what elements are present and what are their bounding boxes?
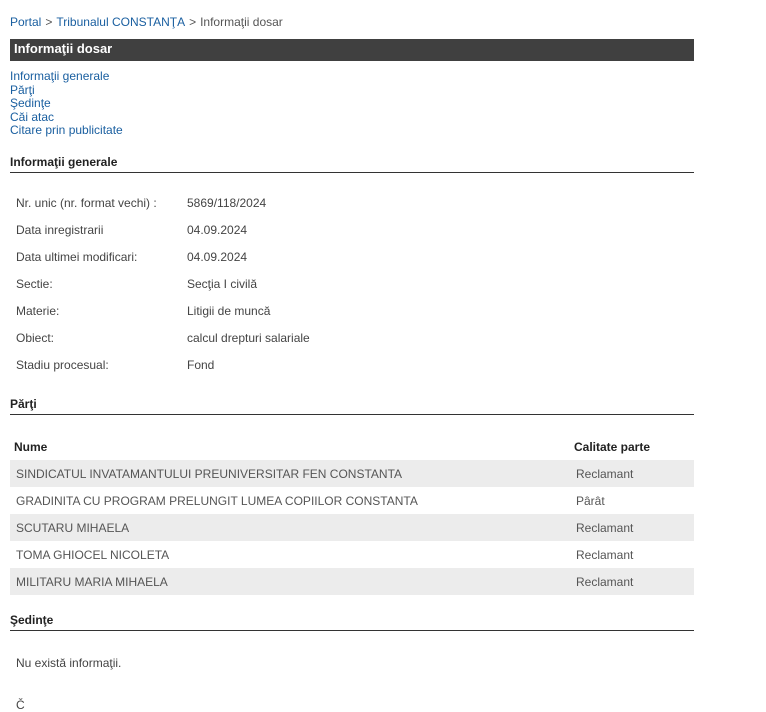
info-label: Materie: xyxy=(16,304,60,318)
cell-calitate: Reclamant xyxy=(576,547,634,562)
link-citare-publicitate[interactable]: Citare prin publicitate xyxy=(10,123,123,138)
page-title-banner: Informaţii dosar xyxy=(10,39,694,61)
cell-calitate: Pârât xyxy=(576,493,605,508)
info-label: Data inregistrarii xyxy=(16,223,104,237)
breadcrumb-portal-link[interactable]: Portal xyxy=(10,15,41,29)
info-value: Secţia I civilă xyxy=(187,277,258,291)
link-cai-atac[interactable]: Căi atac xyxy=(10,110,123,125)
column-header-nume: Nume xyxy=(14,439,48,454)
cell-nume: SCUTARU MIHAELA xyxy=(10,514,568,541)
breadcrumb-separator: > xyxy=(45,15,53,29)
cell-calitate: Reclamant xyxy=(568,514,694,541)
table-row: SCUTARU MIHAELA Reclamant xyxy=(10,514,694,541)
parti-table: Nume Calitate parte SINDICATUL INVATAMAN… xyxy=(10,433,694,595)
table-row: MILITARU MARIA MIHAELA Reclamant xyxy=(10,568,694,595)
breadcrumb-current: Informaţii dosar xyxy=(200,15,283,29)
section-heading-sedinte: Şedinţe xyxy=(10,613,694,631)
info-label: Nr. unic (nr. format vechi) : xyxy=(16,196,157,210)
link-informatii-generale[interactable]: Informaţii generale xyxy=(10,69,123,84)
table-header-row: Nume Calitate parte xyxy=(10,433,694,460)
info-value: 04.09.2024 xyxy=(187,250,248,264)
info-value: 04.09.2024 xyxy=(187,223,248,237)
breadcrumb-separator: > xyxy=(189,15,197,29)
info-label: Obiect: xyxy=(16,331,55,345)
info-value: 5869/118/2024 xyxy=(187,196,267,210)
table-row: GRADINITA CU PROGRAM PRELUNGIT LUMEA COP… xyxy=(10,487,694,514)
cell-nume: SINDICATUL INVATAMANTULUI PREUNIVERSITAR… xyxy=(10,460,568,487)
info-label: Stadiu procesual: xyxy=(16,358,109,372)
cell-calitate: Reclamant xyxy=(568,460,694,487)
cell-calitate: Reclamant xyxy=(568,568,694,595)
next-section-heading-partial: Č xyxy=(16,698,25,712)
sedinte-empty-message: Nu există informaţii. xyxy=(16,656,122,670)
link-sedinte[interactable]: Şedinţe xyxy=(10,96,123,111)
link-parti[interactable]: Părţi xyxy=(10,83,123,98)
cell-nume: TOMA GHIOCEL NICOLETA xyxy=(16,547,170,562)
section-heading-parti: Părţi xyxy=(10,397,694,415)
info-label: Data ultimei modificari: xyxy=(16,250,138,264)
section-heading-informatii-generale: Informaţii generale xyxy=(10,155,694,173)
breadcrumb-tribunal-link[interactable]: Tribunalul CONSTANŢA xyxy=(56,15,185,29)
info-value: Fond xyxy=(187,358,215,372)
cell-nume: GRADINITA CU PROGRAM PRELUNGIT LUMEA COP… xyxy=(16,493,418,508)
breadcrumb: Portal > Tribunalul CONSTANŢA > Informaţii d… xyxy=(10,15,283,29)
table-row: SINDICATUL INVATAMANTULUI PREUNIVERSITAR… xyxy=(10,460,694,487)
table-row: TOMA GHIOCEL NICOLETA Reclamant xyxy=(10,541,694,568)
info-value: calcul drepturi salariale xyxy=(187,331,310,345)
column-header-calitate: Calitate parte xyxy=(574,439,651,454)
info-value: Litigii de muncă xyxy=(187,304,271,318)
section-links: Informaţii generale Părţi Şedinţe Căi at… xyxy=(10,69,123,138)
cell-nume: MILITARU MARIA MIHAELA xyxy=(10,568,568,595)
info-label: Sectie: xyxy=(16,277,53,291)
